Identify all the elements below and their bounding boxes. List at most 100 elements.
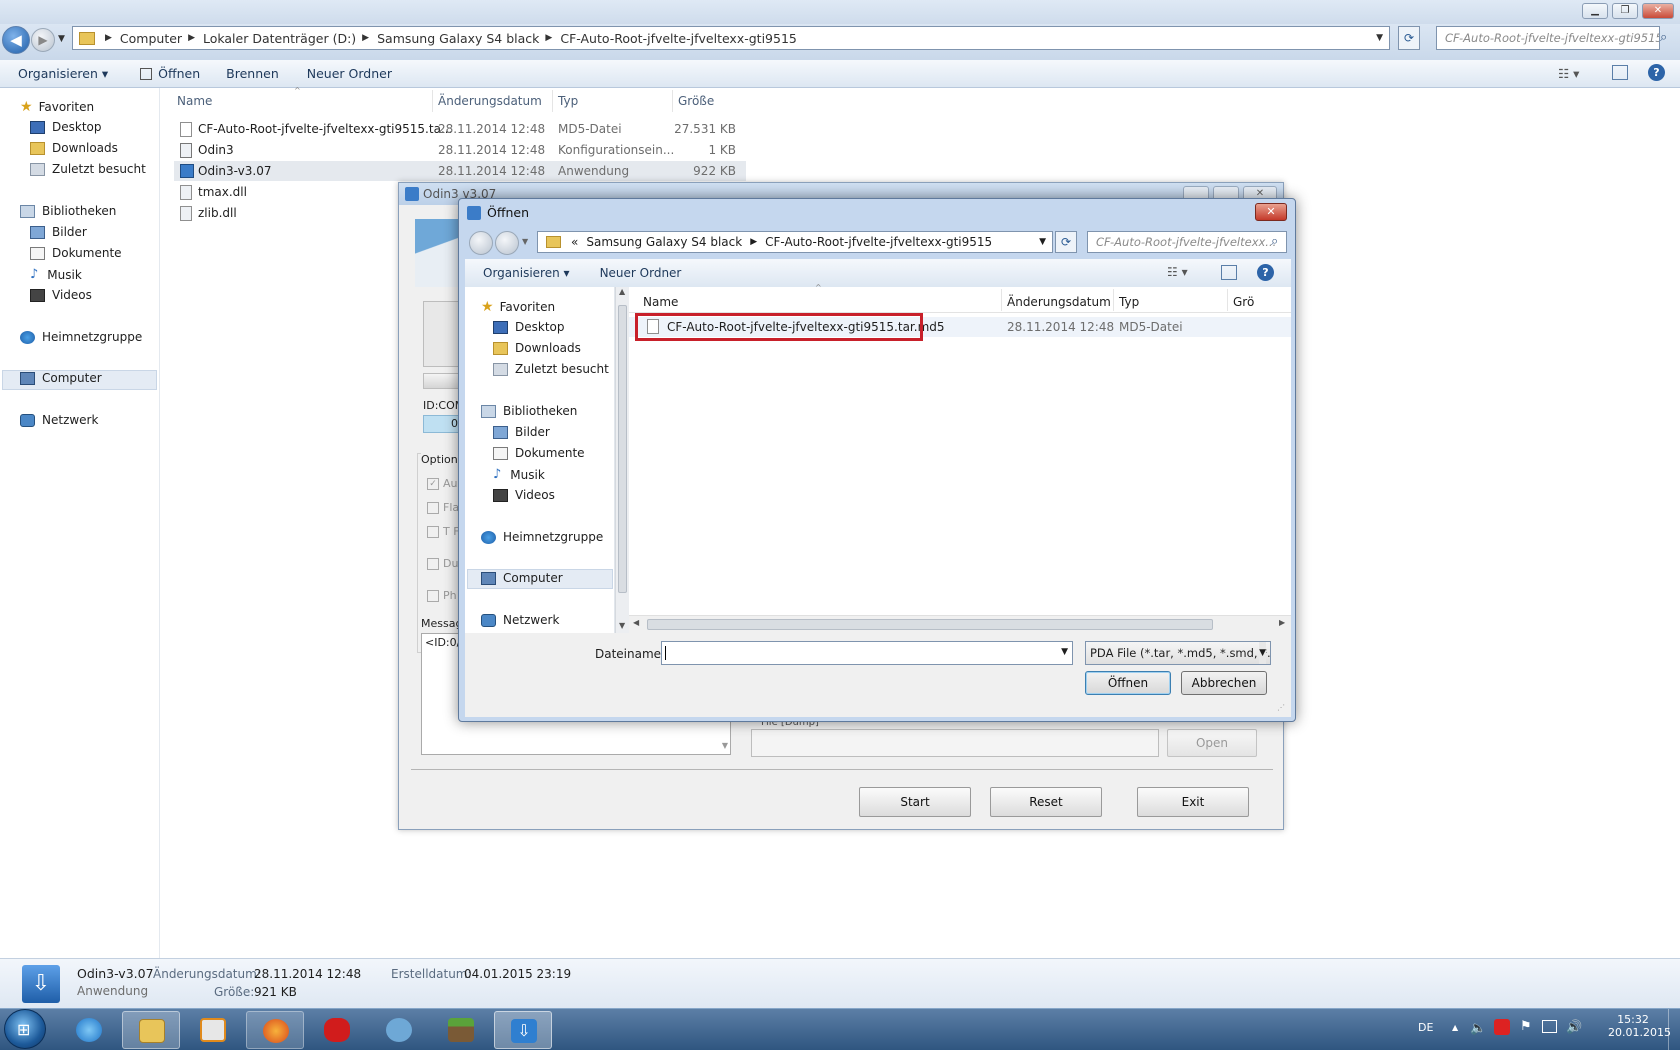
preview-pane-icon[interactable] xyxy=(1612,65,1628,80)
dialog-column-name[interactable]: Name xyxy=(643,295,678,309)
dialog-close-button[interactable]: ✕ xyxy=(1255,203,1287,221)
scrollbar-thumb[interactable] xyxy=(647,619,1213,630)
burn-button[interactable]: Brennen xyxy=(226,66,279,81)
odin-option-phone[interactable]: Ph xyxy=(427,589,457,602)
scrollbar-thumb[interactable] xyxy=(618,305,627,593)
nav-downloads[interactable]: Downloads xyxy=(30,141,118,155)
dialog-nav-libraries[interactable]: Bibliotheken xyxy=(481,404,577,418)
filter-dropdown-icon[interactable]: ▼ xyxy=(1259,642,1266,664)
search-icon[interactable]: ⌕ xyxy=(1660,30,1667,45)
dialog-nav-desktop[interactable]: Desktop xyxy=(493,320,565,334)
dialog-nav-documents[interactable]: Dokumente xyxy=(493,446,585,460)
resize-grip-icon[interactable]: ⋰ xyxy=(1277,703,1285,712)
refresh-button[interactable]: ⟳ xyxy=(1398,26,1420,50)
language-indicator[interactable]: DE xyxy=(1418,1021,1433,1034)
taskbar-internet-explorer[interactable] xyxy=(60,1011,118,1049)
dialog-column-date[interactable]: Änderungsdatum xyxy=(1007,295,1111,309)
scroll-up-icon[interactable]: ▲ xyxy=(619,287,625,296)
scroll-left-icon[interactable]: ◀ xyxy=(633,618,639,627)
taskbar-media-player[interactable] xyxy=(184,1011,242,1049)
nav-desktop[interactable]: Desktop xyxy=(30,120,102,134)
dialog-new-folder-button[interactable]: Neuer Ordner xyxy=(600,266,682,280)
taskbar-minecraft[interactable] xyxy=(432,1011,490,1049)
close-button[interactable]: ✕ xyxy=(1642,3,1674,19)
nav-favorites[interactable]: ★ Favoriten xyxy=(20,99,94,115)
show-hidden-icons-icon[interactable]: ▲ xyxy=(1452,1023,1458,1032)
dialog-search-icon[interactable]: ⌕ xyxy=(1271,234,1278,249)
help-icon[interactable]: ? xyxy=(1648,64,1665,81)
breadcrumb-cf-auto-root[interactable]: CF-Auto-Root-jfvelte-jfveltexx-gti9515 xyxy=(560,31,797,46)
dialog-organize-button[interactable]: Organisieren ▾ xyxy=(483,266,570,280)
odin-dump-path-field[interactable] xyxy=(751,729,1159,757)
odin-exit-button[interactable]: Exit xyxy=(1137,787,1249,817)
dialog-nav-music[interactable]: ♪ Musik xyxy=(493,467,545,482)
odin-option-auto-reboot[interactable]: ✓ Au xyxy=(427,477,458,490)
dialog-open-button[interactable]: Öffnen xyxy=(1085,671,1171,695)
nav-pictures[interactable]: Bilder xyxy=(30,225,87,239)
breadcrumb-samsung[interactable]: Samsung Galaxy S4 black xyxy=(377,31,539,46)
breadcrumb-overflow-icon[interactable]: « xyxy=(571,235,578,249)
odin-option-flash[interactable]: Fla xyxy=(427,501,459,514)
dialog-search-input[interactable]: CF-Auto-Root-jfvelte-jfveltexx... xyxy=(1087,231,1287,253)
dialog-view-options-icon[interactable]: ☷ ▾ xyxy=(1167,265,1188,279)
dialog-back-button[interactable] xyxy=(469,231,493,255)
dialog-nav-favorites[interactable]: ★ Favoriten xyxy=(481,299,555,315)
address-dropdown-icon[interactable]: ▼ xyxy=(1376,33,1383,43)
filename-dropdown-icon[interactable]: ▼ xyxy=(1061,647,1068,657)
antivirus-tray-icon[interactable] xyxy=(1494,1019,1510,1035)
taskbar-odin[interactable]: ⇩ xyxy=(494,1011,552,1049)
dialog-nav-downloads[interactable]: Downloads xyxy=(493,341,581,355)
search-input[interactable]: CF-Auto-Root-jfvelte-jfveltexx-gti9515..… xyxy=(1436,26,1660,50)
new-folder-button[interactable]: Neuer Ordner xyxy=(307,66,392,81)
dialog-cancel-button[interactable]: Abbrechen xyxy=(1181,671,1267,695)
scroll-down-icon[interactable]: ▼ xyxy=(619,621,625,630)
nav-music[interactable]: ♪ Musik xyxy=(30,267,82,282)
odin-start-button[interactable]: Start xyxy=(859,787,971,817)
speaker-tray-icon[interactable]: 🔈 xyxy=(1470,1021,1486,1036)
nav-documents[interactable]: Dokumente xyxy=(30,246,122,260)
dialog-nav-videos[interactable]: Videos xyxy=(493,488,555,502)
odin-reset-button[interactable]: Reset xyxy=(990,787,1102,817)
back-button[interactable]: ◀ xyxy=(2,26,30,54)
taskbar-red-app[interactable] xyxy=(308,1011,366,1049)
file-type-filter-select[interactable]: PDA File (*.tar, *.md5, *.smd, *. ▼ xyxy=(1085,641,1271,665)
scroll-down-icon[interactable]: ▼ xyxy=(722,741,728,750)
nav-homegroup[interactable]: Heimnetzgruppe xyxy=(20,330,142,344)
forward-button[interactable]: ▶ xyxy=(31,28,55,52)
nav-libraries[interactable]: Bibliotheken xyxy=(20,204,116,218)
filename-input[interactable]: ▼ xyxy=(661,641,1073,665)
dialog-column-type[interactable]: Typ xyxy=(1119,295,1139,309)
view-options-icon[interactable]: ☷ ▾ xyxy=(1558,66,1579,81)
dialog-refresh-button[interactable]: ⟳ xyxy=(1055,231,1077,253)
column-header-size[interactable]: Größe xyxy=(678,94,714,108)
dialog-nav-homegroup[interactable]: Heimnetzgruppe xyxy=(481,530,603,544)
file-row[interactable]: CF-Auto-Root-jfvelte-jfveltexx-gti9515.t… xyxy=(174,119,746,139)
dialog-recent-dropdown-icon[interactable]: ▼ xyxy=(522,237,528,246)
nav-computer[interactable]: Computer xyxy=(20,371,102,385)
dialog-address-dropdown-icon[interactable]: ▼ xyxy=(1039,237,1046,247)
clock[interactable]: 15:32 20.01.2015 xyxy=(1608,1013,1671,1039)
breadcrumb-drive[interactable]: Lokaler Datenträger (D:) xyxy=(203,31,356,46)
network-tray-icon[interactable] xyxy=(1542,1020,1557,1033)
show-desktop-button[interactable] xyxy=(1668,1009,1680,1050)
dialog-breadcrumb-cf-auto-root[interactable]: CF-Auto-Root-jfvelte-jfveltexx-gti9515 xyxy=(765,235,992,249)
scroll-right-icon[interactable]: ▶ xyxy=(1279,618,1285,627)
dialog-nav-pictures[interactable]: Bilder xyxy=(493,425,550,439)
nav-network[interactable]: Netzwerk xyxy=(20,413,98,427)
dialog-nav-scrollbar[interactable]: ▲ ▼ xyxy=(615,287,629,633)
recent-pages-dropdown-icon[interactable]: ▼ xyxy=(58,34,65,44)
taskbar-firefox[interactable] xyxy=(246,1011,304,1049)
dialog-preview-pane-icon[interactable] xyxy=(1221,265,1237,280)
start-button[interactable]: ⊞ xyxy=(4,1009,46,1049)
dialog-column-size[interactable]: Grö xyxy=(1233,295,1254,309)
open-button[interactable]: Öffnen xyxy=(140,66,200,81)
column-header-date[interactable]: Änderungsdatum xyxy=(438,94,542,108)
column-header-type[interactable]: Typ xyxy=(558,94,578,108)
organize-button[interactable]: Organisieren ▾ xyxy=(18,66,108,81)
dialog-nav-recent[interactable]: Zuletzt besucht xyxy=(493,362,609,376)
odin-dump-open-button[interactable]: Open xyxy=(1167,729,1257,757)
dialog-nav-computer[interactable]: Computer xyxy=(481,571,563,585)
file-row[interactable]: tmax.dll xyxy=(174,182,398,202)
taskbar-network-app[interactable] xyxy=(370,1011,428,1049)
dialog-nav-network[interactable]: Netzwerk xyxy=(481,613,559,627)
